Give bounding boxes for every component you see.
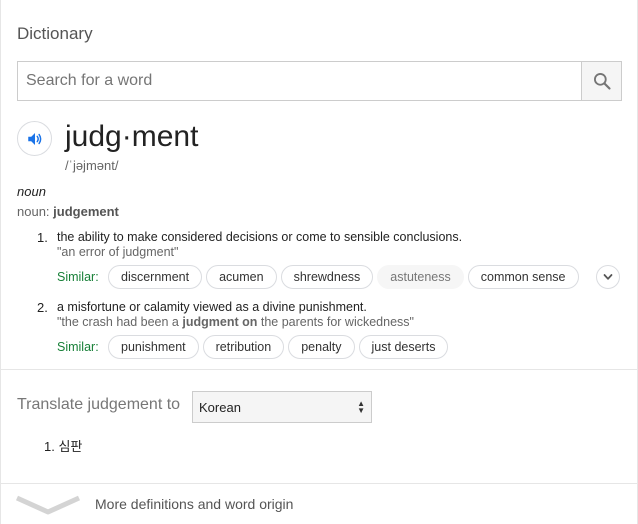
variant-prefix: noun: — [17, 204, 54, 219]
sense-definition: a misfortune or calamity viewed as a div… — [57, 300, 367, 314]
sense-number: 2. — [37, 300, 48, 315]
select-arrows-icon: ▲ ▼ — [357, 399, 365, 415]
phonetic-spelling: /ˈjəjmənt/ — [65, 158, 119, 173]
variant-spelling: noun: judgement — [17, 204, 119, 219]
card-title: Dictionary — [17, 24, 93, 43]
similar-chip[interactable]: acumen — [206, 265, 277, 289]
example-text: the parents for wickedness" — [257, 315, 414, 329]
sense-number: 1. — [37, 230, 48, 245]
search-input[interactable] — [18, 62, 583, 100]
similar-chip[interactable]: punishment — [108, 335, 199, 359]
divider — [1, 483, 638, 484]
language-select[interactable]: Korean ▲ ▼ — [192, 391, 372, 423]
search-icon — [593, 73, 611, 90]
translate-label: Translate judgement to — [17, 396, 181, 413]
sense-example: "an error of judgment" — [57, 245, 179, 259]
search-box — [17, 61, 622, 101]
search-button[interactable] — [581, 62, 621, 100]
translation-text: 심판 — [58, 439, 83, 454]
expand-similar-button[interactable] — [596, 265, 620, 289]
similar-chip[interactable]: common sense — [467, 265, 579, 289]
pronounce-button[interactable] — [17, 121, 52, 156]
more-definitions-link[interactable]: More definitions and word origin — [95, 496, 293, 512]
chevron-down-icon — [603, 274, 613, 280]
similar-chip[interactable]: shrewdness — [280, 265, 374, 289]
example-text: "the crash had been a — [57, 315, 183, 329]
headword: judg·ment — [65, 120, 199, 153]
similar-chip[interactable]: discernment — [108, 265, 203, 289]
similar-label: Similar: — [57, 270, 99, 284]
similar-chip[interactable]: just deserts — [358, 335, 449, 359]
chevron-down-icon[interactable] — [15, 494, 81, 518]
speaker-icon — [27, 132, 41, 145]
similar-chip[interactable]: penalty — [288, 335, 355, 359]
example-emphasis: judgment on — [182, 315, 258, 329]
translation-number: 1. — [44, 439, 55, 454]
sense-example: "the crash had been a judgment on the pa… — [57, 315, 414, 329]
similar-chip[interactable]: retribution — [202, 335, 285, 359]
similar-words: discernment acumen shrewdness astuteness… — [108, 265, 579, 289]
part-of-speech: noun — [17, 184, 46, 199]
divider — [1, 369, 638, 370]
similar-chip[interactable]: astuteness — [377, 265, 464, 289]
similar-label: Similar: — [57, 340, 99, 354]
selected-language: Korean — [199, 399, 241, 415]
variant-word: judgement — [53, 204, 119, 219]
dictionary-card: Dictionary judg·ment /ˈjəjmənt/ noun nou… — [0, 0, 638, 524]
similar-words: punishment retribution penalty just dese… — [108, 335, 449, 359]
translation-item: 1. 심판 — [44, 436, 82, 455]
sense-definition: the ability to make considered decisions… — [57, 230, 463, 244]
